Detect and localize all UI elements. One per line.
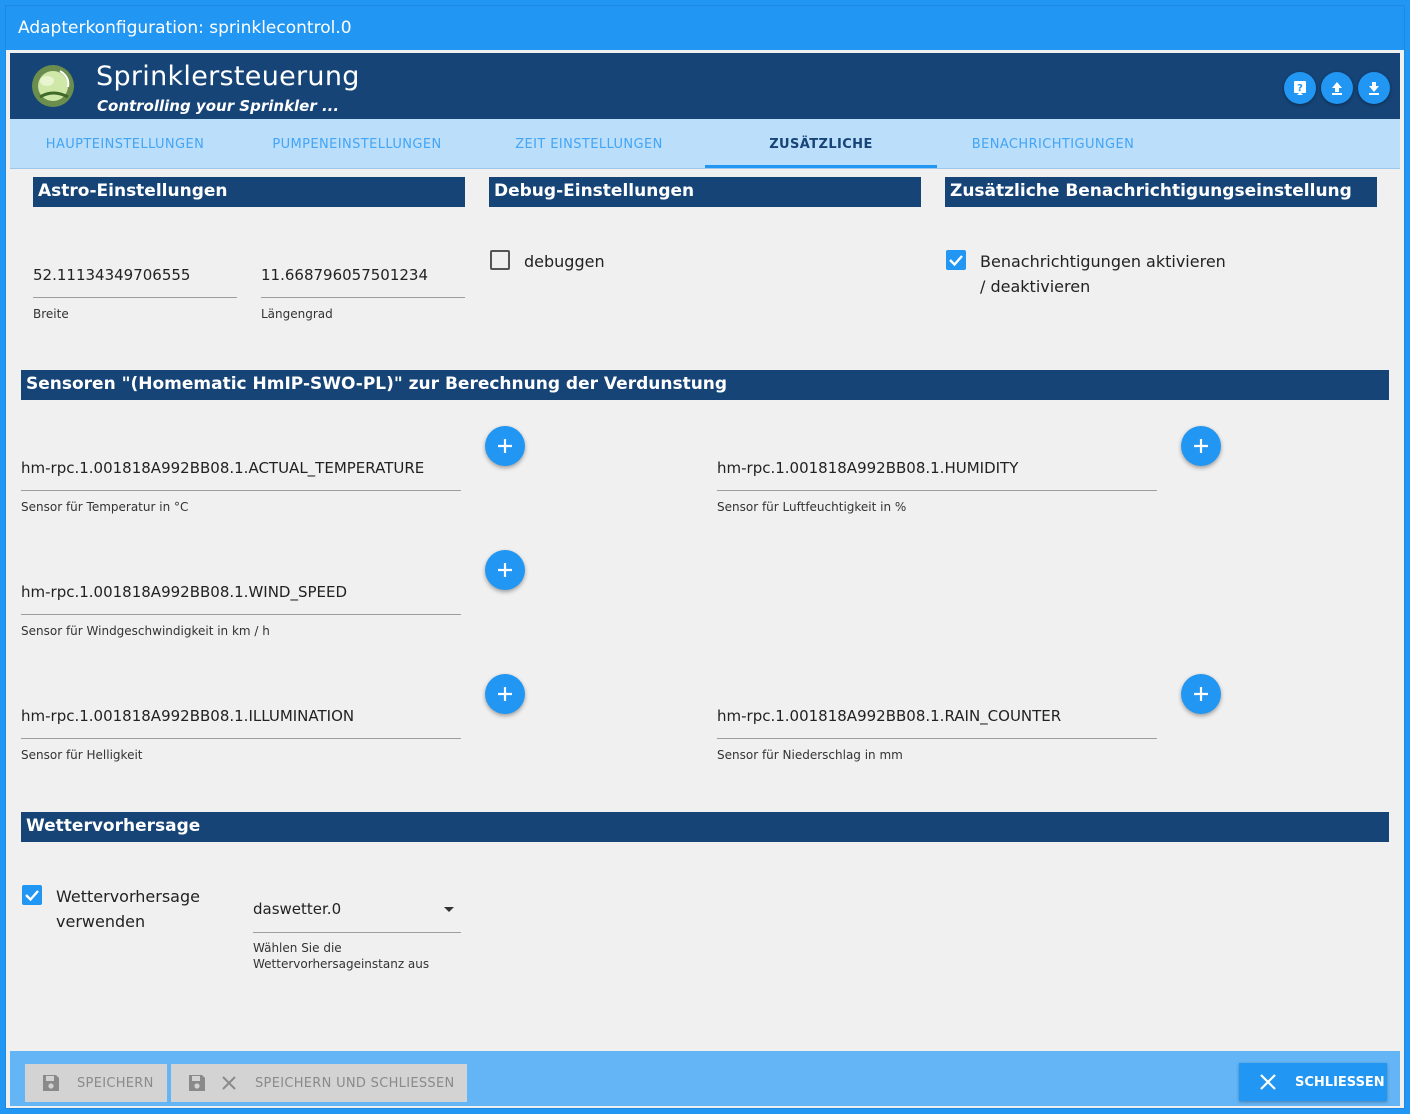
checkmark-icon: [25, 890, 39, 902]
weather-checkbox-label-line2: verwenden: [56, 912, 146, 931]
tab-benachrichtigungen[interactable]: BENACHRICHTIGUNGEN: [958, 119, 1148, 169]
notify-checkbox-label-line1: Benachrichtigungen aktivieren: [980, 252, 1226, 271]
notify-checkbox-label-line2: / deaktivieren: [980, 277, 1091, 296]
weather-select-help-line1: Wählen Sie die: [253, 941, 342, 955]
temperature-sensor-input[interactable]: hm-rpc.1.001818A992BB08.1.ACTUAL_TEMPERA…: [21, 459, 424, 477]
plus-icon: [1194, 439, 1208, 453]
longitude-underline: [261, 297, 465, 298]
window-title: Adapterkonfiguration: sprinklecontrol.0: [6, 6, 1404, 50]
illumination-sensor-underline: [21, 738, 461, 739]
sensors-section-title: Sensoren "(Homematic HmIP-SWO-PL)" zur B…: [21, 370, 1389, 400]
save-button-label: SPEICHERN: [77, 1075, 154, 1091]
latitude-underline: [33, 297, 237, 298]
wind-sensor-underline: [21, 614, 461, 615]
humidity-sensor-underline: [717, 490, 1157, 491]
humidity-sensor-label: Sensor für Luftfeuchtigkeit in %: [717, 500, 907, 514]
app-title: Sprinklersteuerung: [96, 61, 360, 92]
save-icon: [43, 1075, 59, 1091]
latitude-input[interactable]: 52.11134349706555: [33, 266, 190, 284]
weather-select-underline: [253, 932, 461, 933]
select-temperature-sensor-button[interactable]: [485, 426, 525, 466]
tab-zeit-einstellungen[interactable]: ZEIT EINSTELLUNGEN: [494, 119, 684, 169]
select-illumination-sensor-button[interactable]: [485, 674, 525, 714]
plus-icon: [1194, 687, 1208, 701]
footer-bar: SPEICHERN SPEICHERN UND SCHLIESSEN SCHLI…: [10, 1051, 1400, 1106]
upload-button[interactable]: [1321, 72, 1353, 104]
save-icon: [189, 1075, 205, 1091]
help-icon: ?: [1294, 81, 1306, 95]
debug-checkbox-label: debuggen: [524, 252, 605, 271]
plus-icon: [498, 439, 512, 453]
temperature-sensor-underline: [21, 490, 461, 491]
weather-select-help-line2: Wettervorhersageinstanz aus: [253, 957, 430, 971]
close-button[interactable]: SCHLIESSEN: [1239, 1063, 1387, 1101]
notify-checkbox[interactable]: [946, 250, 966, 270]
save-and-close-button[interactable]: SPEICHERN UND SCHLIESSEN: [171, 1064, 467, 1102]
illumination-sensor-label: Sensor für Helligkeit: [21, 748, 143, 762]
save-and-close-button-label: SPEICHERN UND SCHLIESSEN: [255, 1075, 455, 1091]
tab-zusaetzliche-einstellungen[interactable]: ZUSÄTZLICHE EINSTELLUNGEN: [705, 119, 937, 204]
svg-text:?: ?: [1297, 83, 1303, 94]
select-wind-sensor-button[interactable]: [485, 550, 525, 590]
plus-icon: [498, 687, 512, 701]
weather-checkbox[interactable]: [22, 885, 42, 905]
select-rain-sensor-button[interactable]: [1181, 674, 1221, 714]
weather-instance-select[interactable]: daswetter.0: [253, 900, 341, 918]
wind-sensor-label: Sensor für Windgeschwindigkeit in km / h: [21, 624, 270, 638]
longitude-label: Längengrad: [261, 307, 333, 321]
close-icon: [1260, 1074, 1276, 1090]
select-humidity-sensor-button[interactable]: [1181, 426, 1221, 466]
longitude-input[interactable]: 11.668796057501234: [261, 266, 428, 284]
sprinkler-logo-icon: [32, 65, 74, 107]
help-button[interactable]: ?: [1284, 72, 1316, 104]
humidity-sensor-input[interactable]: hm-rpc.1.001818A992BB08.1.HUMIDITY: [717, 459, 1018, 477]
tab-bar: HAUPTEINSTELLUNGEN PUMPENEINSTELLUNGEN Z…: [10, 119, 1400, 204]
close-icon: [222, 1076, 236, 1090]
debug-section-title: Debug-Einstellungen: [489, 177, 921, 207]
tab-pumpeneinstellungen[interactable]: PUMPENEINSTELLUNGEN: [262, 119, 452, 169]
rain-sensor-label: Sensor für Niederschlag in mm: [717, 748, 903, 762]
weather-section-title: Wettervorhersage: [21, 812, 1389, 842]
chevron-down-icon[interactable]: [444, 907, 454, 912]
active-tab-indicator: [705, 165, 937, 168]
download-icon: [1369, 82, 1379, 95]
illumination-sensor-input[interactable]: hm-rpc.1.001818A992BB08.1.ILLUMINATION: [21, 707, 354, 725]
weather-checkbox-label-line1: Wettervorhersage: [56, 887, 200, 906]
close-button-label: SCHLIESSEN: [1295, 1074, 1385, 1090]
app-subtitle: Controlling your Sprinkler ...: [97, 97, 340, 115]
wind-sensor-input[interactable]: hm-rpc.1.001818A992BB08.1.WIND_SPEED: [21, 583, 347, 601]
rain-sensor-input[interactable]: hm-rpc.1.001818A992BB08.1.RAIN_COUNTER: [717, 707, 1061, 725]
latitude-label: Breite: [33, 307, 69, 321]
debug-checkbox[interactable]: [490, 250, 510, 270]
notify-section-title: Zusätzliche Benachrichtigungseinstellung: [945, 177, 1377, 207]
download-button[interactable]: [1358, 72, 1390, 104]
tab-haupteinstellungen[interactable]: HAUPTEINSTELLUNGEN: [30, 119, 220, 169]
plus-icon: [498, 563, 512, 577]
rain-sensor-underline: [717, 738, 1157, 739]
save-button[interactable]: SPEICHERN: [25, 1064, 167, 1102]
astro-section-title: Astro-Einstellungen: [33, 177, 465, 207]
app-header: Sprinklersteuerung Controlling your Spri…: [10, 53, 1400, 119]
upload-icon: [1332, 82, 1342, 95]
adapter-config-window: Adapterkonfiguration: sprinklecontrol.0 …: [5, 5, 1405, 1109]
temperature-sensor-label: Sensor für Temperatur in °C: [21, 500, 189, 514]
checkmark-icon: [949, 255, 963, 267]
